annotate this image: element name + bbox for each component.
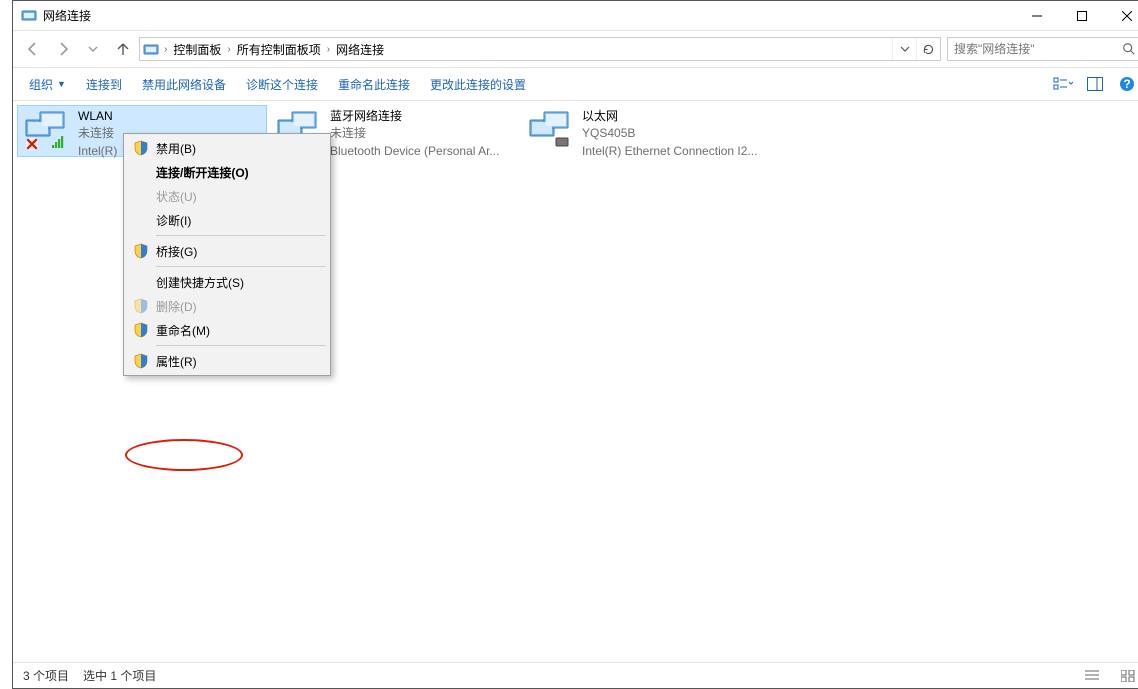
command-bar: 组织▼ 连接到 禁用此网络设备 诊断这个连接 重命名此连接 更改此连接的设置 ? (13, 67, 1138, 101)
shield-icon (132, 242, 150, 260)
breadcrumb-network-connections[interactable]: 网络连接 (332, 38, 388, 60)
adapter-name: 蓝牙网络连接 (330, 108, 514, 125)
content-area: WLAN 未连接 Intel(R) 蓝牙网络连接 未连接 Bluetooth D… (13, 101, 1138, 662)
ctx-rename[interactable]: 重命名(M) (126, 318, 328, 342)
cmd-organize[interactable]: 组织▼ (21, 72, 74, 97)
search-box[interactable] (947, 37, 1138, 61)
ctx-create-shortcut[interactable]: 创建快捷方式(S) (126, 270, 328, 294)
cmd-connect-to[interactable]: 连接到 (78, 72, 130, 97)
chevron-right-icon: › (162, 44, 169, 55)
network-icon (22, 108, 70, 152)
address-dropdown-button[interactable] (892, 38, 916, 60)
ctx-status: 状态(U) (126, 184, 328, 208)
search-input[interactable] (948, 42, 1115, 56)
ctx-disable[interactable]: 禁用(B) (126, 136, 328, 160)
annotation-ellipse (125, 439, 243, 471)
ctx-diagnose[interactable]: 诊断(I) (126, 208, 328, 232)
recent-locations-button[interactable] (79, 35, 107, 63)
window-title: 网络连接 (43, 7, 91, 24)
cmd-diagnose[interactable]: 诊断这个连接 (238, 72, 326, 97)
status-bar: 3 个项目 选中 1 个项目 (13, 662, 1138, 688)
search-icon[interactable] (1115, 42, 1138, 56)
adapter-status: YQS405B (582, 125, 766, 142)
shield-icon (132, 352, 150, 370)
details-view-button[interactable] (1081, 666, 1103, 686)
menu-separator (156, 266, 326, 267)
shield-icon (132, 297, 150, 315)
chevron-right-icon: › (225, 44, 232, 55)
adapter-device: Intel(R) Ethernet Connection I2... (582, 143, 766, 160)
shield-icon (132, 321, 150, 339)
navigation-row: › 控制面板 › 所有控制面板项 › 网络连接 (13, 31, 1138, 67)
preview-pane-button[interactable] (1081, 70, 1109, 98)
help-button[interactable]: ? (1113, 70, 1138, 98)
chevron-right-icon: › (325, 44, 332, 55)
large-icons-view-button[interactable] (1117, 666, 1138, 686)
status-item-count: 3 个项目 (23, 667, 69, 684)
shield-icon (132, 139, 150, 157)
breadcrumb-control-panel[interactable]: 控制面板 (169, 38, 225, 60)
cmd-disable-device[interactable]: 禁用此网络设备 (134, 72, 234, 97)
network-icon (526, 108, 574, 152)
close-button[interactable] (1104, 1, 1138, 30)
svg-text:?: ? (1123, 77, 1130, 91)
menu-separator (156, 235, 326, 236)
cmd-change-settings[interactable]: 更改此连接的设置 (422, 72, 534, 97)
up-button[interactable] (109, 35, 137, 63)
refresh-button[interactable] (916, 38, 940, 60)
ctx-delete: 删除(D) (126, 294, 328, 318)
ctx-properties[interactable]: 属性(R) (126, 349, 328, 373)
adapter-name: WLAN (78, 108, 262, 125)
view-options-button[interactable] (1049, 70, 1077, 98)
address-icon (140, 41, 162, 57)
cmd-rename[interactable]: 重命名此连接 (330, 72, 418, 97)
maximize-button[interactable] (1059, 1, 1104, 30)
adapter-name: 以太网 (582, 108, 766, 125)
menu-separator (156, 345, 326, 346)
window: 网络连接 › 控制面板 › 所有控制面板项 › 网络连接 (12, 0, 1138, 689)
ctx-connect-disconnect[interactable]: 连接/断开连接(O) (126, 160, 328, 184)
breadcrumb-all-items[interactable]: 所有控制面板项 (233, 38, 325, 60)
adapter-item-ethernet[interactable]: 以太网 YQS405B Intel(R) Ethernet Connection… (521, 105, 771, 157)
status-selection: 选中 1 个项目 (83, 667, 156, 684)
ctx-bridge[interactable]: 桥接(G) (126, 239, 328, 263)
app-icon (21, 8, 37, 24)
address-bar[interactable]: › 控制面板 › 所有控制面板项 › 网络连接 (139, 37, 941, 61)
forward-button[interactable] (49, 35, 77, 63)
titlebar: 网络连接 (13, 1, 1138, 31)
minimize-button[interactable] (1014, 1, 1059, 30)
adapter-status: 未连接 (330, 125, 514, 142)
back-button[interactable] (19, 35, 47, 63)
context-menu: 禁用(B) 连接/断开连接(O) 状态(U) 诊断(I) 桥接(G) 创建快捷方… (123, 133, 331, 376)
adapter-device: Bluetooth Device (Personal Ar... (330, 143, 514, 160)
